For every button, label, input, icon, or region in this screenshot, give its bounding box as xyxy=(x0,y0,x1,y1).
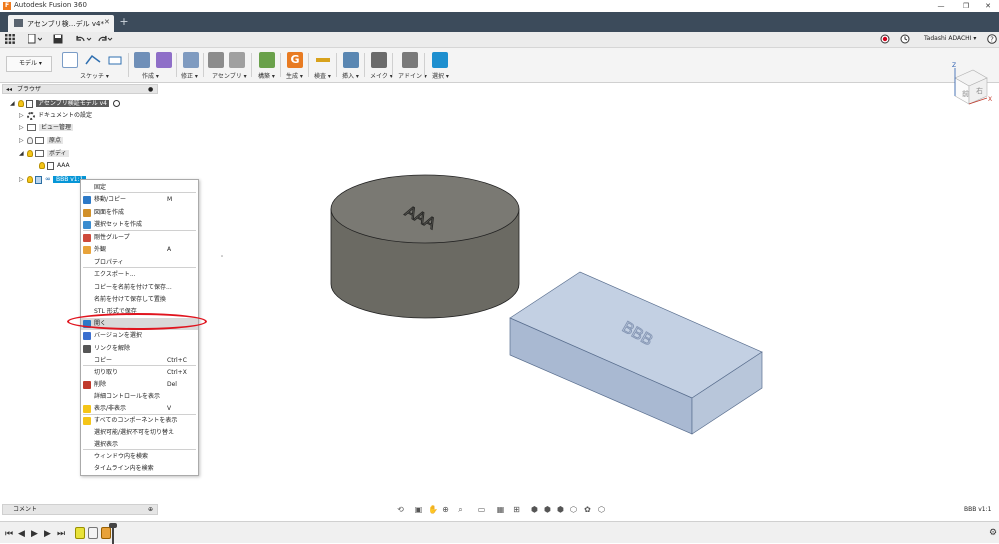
cylinder-body-aaa[interactable]: AAA xyxy=(330,174,520,319)
effects-icon-5[interactable]: ✿ xyxy=(583,505,592,514)
axis-z-label: Z xyxy=(952,62,956,69)
look-at-icon[interactable]: ▣ xyxy=(414,505,423,514)
box-component-bbb[interactable]: BBB xyxy=(509,271,763,435)
view-cube[interactable]: 前 右 Z X xyxy=(943,58,995,126)
effects-icon-4[interactable]: ⬡ xyxy=(569,505,578,514)
effects-icon-3[interactable]: ⬢ xyxy=(556,505,565,514)
comments-label: コメント xyxy=(13,506,38,513)
timeline-settings-gear-icon[interactable]: ⚙ xyxy=(989,528,997,538)
display-settings-icon[interactable]: ▭ xyxy=(477,505,486,514)
timeline-first-icon[interactable]: ⏮ xyxy=(5,529,13,539)
timeline-component-icon[interactable] xyxy=(75,527,85,539)
add-comment-icon[interactable]: ⊕ xyxy=(148,505,153,515)
zoom-icon[interactable]: ⊕ xyxy=(441,505,450,514)
effects-icon-1[interactable]: ⬢ xyxy=(530,505,539,514)
viewcube-front-label[interactable]: 前 xyxy=(962,89,969,98)
grid-snaps-icon[interactable]: ▦ xyxy=(496,505,505,514)
selection-status-text: BBB v1:1 xyxy=(964,506,992,513)
timeline-link-icon[interactable] xyxy=(88,527,98,539)
timeline-prev-icon[interactable]: ◀ xyxy=(18,529,25,539)
comments-panel[interactable]: コメント ⊕ xyxy=(2,504,158,515)
timeline-play-icon[interactable]: ▶ xyxy=(31,529,38,539)
axis-x-label: X xyxy=(988,96,992,103)
timeline-joint-icon[interactable] xyxy=(101,527,111,539)
navigation-bar: ⟲ ▣ ✋ ⊕ ⌕ ▭ ▦ ⊞ ⬢ ⬢ ⬢ ⬡ ✿ ⬡ xyxy=(396,504,610,516)
timeline-bar: ⏮ ◀ ▶ ▶ ⏭ ⚙ xyxy=(0,521,999,544)
viewports-icon[interactable]: ⊞ xyxy=(512,505,521,514)
timeline-last-icon[interactable]: ⏭ xyxy=(57,529,65,539)
timeline-marker-handle[interactable] xyxy=(109,523,117,528)
effects-icon-2[interactable]: ⬢ xyxy=(543,505,552,514)
orbit-icon[interactable]: ⟲ xyxy=(396,505,405,514)
viewport-canvas[interactable]: AAA BBB xyxy=(0,0,999,543)
viewcube-right-label[interactable]: 右 xyxy=(976,86,983,95)
effects-icon-6[interactable]: ⬡ xyxy=(597,505,606,514)
timeline-next-icon[interactable]: ▶ xyxy=(44,529,51,539)
fit-icon[interactable]: ⌕ xyxy=(456,505,465,514)
pan-hand-icon[interactable]: ✋ xyxy=(428,505,438,514)
